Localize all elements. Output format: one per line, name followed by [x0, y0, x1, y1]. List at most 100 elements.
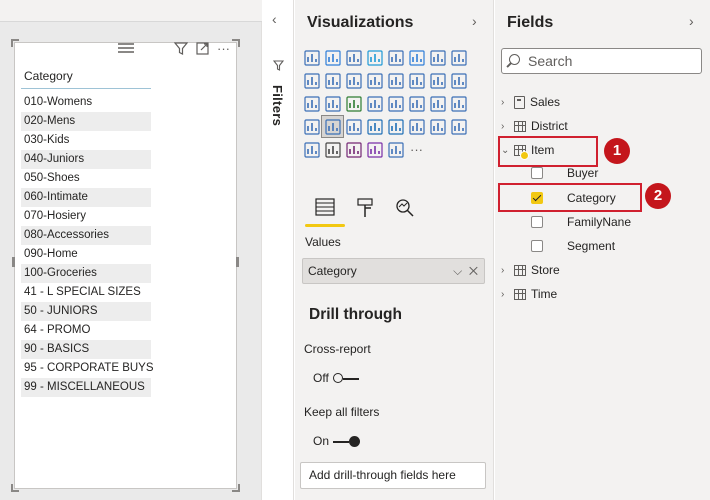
shape-map-icon[interactable]: [385, 93, 406, 114]
map-icon[interactable]: [343, 93, 364, 114]
keep-all-filters-toggle[interactable]: On: [313, 434, 361, 448]
resize-handle-bottom-left[interactable]: [11, 484, 19, 492]
table-row[interactable]: 95 - CORPORATE BUYS: [21, 359, 154, 378]
ribbon-chart-icon[interactable]: [364, 70, 385, 91]
100-stacked-column-chart-icon[interactable]: [406, 47, 427, 68]
table-district[interactable]: › District: [501, 117, 568, 135]
table-row[interactable]: 060-Intimate: [21, 188, 151, 207]
fields-expand-chevron-icon[interactable]: ›: [689, 13, 694, 29]
kpi-icon[interactable]: [448, 93, 469, 114]
field-familynane[interactable]: FamilyNane: [531, 213, 631, 231]
format-paint-roller-icon[interactable]: [357, 198, 373, 223]
filter-icon[interactable]: [173, 42, 189, 58]
table-row[interactable]: 040-Juniors: [21, 150, 151, 169]
pie-chart-icon[interactable]: [448, 70, 469, 91]
chevron-right-icon[interactable]: ›: [501, 265, 509, 276]
cross-report-toggle[interactable]: Off: [313, 371, 359, 385]
toggle-off-icon[interactable]: [332, 373, 359, 383]
resize-handle-top-left[interactable]: [11, 39, 19, 47]
line-chart-icon[interactable]: [427, 47, 448, 68]
table-visual[interactable]: ··· Category 010-Womens 020-Mens 030-Kids 0…: [11, 39, 240, 492]
filled-map-icon[interactable]: [364, 93, 385, 114]
table-row[interactable]: 050-Shoes: [21, 169, 151, 188]
slicer-icon[interactable]: [301, 116, 322, 137]
drill-through-field-well[interactable]: Add drill-through fields here: [300, 462, 486, 489]
field-segment[interactable]: Segment: [531, 237, 615, 255]
area-chart-icon[interactable]: [448, 47, 469, 68]
resize-handle-top-right[interactable]: [232, 39, 240, 47]
table-row[interactable]: 030-Kids: [21, 131, 151, 150]
fields-tab-icon[interactable]: [315, 198, 335, 221]
get-more-visuals-icon[interactable]: [385, 139, 406, 160]
table-row[interactable]: 99 - MISCELLANEOUS: [21, 378, 151, 397]
table-visual-icon[interactable]: [321, 115, 344, 138]
card-icon-glyph: [408, 95, 425, 112]
checkbox[interactable]: [531, 167, 543, 179]
smart-narrative-icon[interactable]: [301, 139, 322, 160]
table-sales[interactable]: › Sales: [501, 93, 560, 111]
collapse-pane-chevron-icon[interactable]: ‹: [272, 11, 277, 27]
visual-header-icons: ···: [173, 42, 230, 58]
waterfall-chart-icon[interactable]: [385, 70, 406, 91]
expand-chevron-icon[interactable]: ›: [472, 13, 477, 29]
values-well-field[interactable]: Category ⌵ ✕: [302, 258, 485, 284]
table-row[interactable]: 64 - PROMO: [21, 321, 151, 340]
stacked-bar-chart-icon[interactable]: [301, 47, 322, 68]
stacked-column-chart-icon[interactable]: [322, 47, 343, 68]
power-automate-icon[interactable]: [364, 139, 385, 160]
remove-field-icon[interactable]: ✕: [469, 264, 478, 278]
decomposition-tree-icon[interactable]: [427, 116, 448, 137]
focus-mode-icon[interactable]: [196, 42, 209, 58]
table-column-header[interactable]: Category: [21, 67, 151, 89]
funnel-chart-icon[interactable]: [406, 70, 427, 91]
key-influencers-icon[interactable]: [406, 116, 427, 137]
table-row[interactable]: 090-Home: [21, 245, 151, 264]
donut-chart-icon[interactable]: [301, 93, 322, 114]
matrix-icon[interactable]: [343, 116, 364, 137]
table-time-label: Time: [531, 287, 558, 301]
clustered-bar-chart-icon[interactable]: [343, 47, 364, 68]
stacked-area-chart-icon[interactable]: [301, 70, 322, 91]
table-row[interactable]: 080-Accessories: [21, 226, 151, 245]
resize-handle-left[interactable]: [12, 257, 15, 267]
checkbox[interactable]: [531, 240, 543, 252]
table-row[interactable]: 070-Hosiery: [21, 207, 151, 226]
line-clustered-column-chart-icon[interactable]: [343, 70, 364, 91]
r-script-visual-icon[interactable]: [364, 116, 385, 137]
fields-search-input[interactable]: Search: [501, 48, 702, 74]
checkbox[interactable]: [531, 216, 543, 228]
line-stacked-column-chart-icon[interactable]: [322, 70, 343, 91]
python-visual-icon[interactable]: [385, 116, 406, 137]
qa-visual-icon[interactable]: [448, 116, 469, 137]
analytics-magnifier-icon[interactable]: [395, 198, 415, 223]
multi-row-card-icon[interactable]: [427, 93, 448, 114]
more-options-icon[interactable]: ···: [217, 42, 230, 58]
power-apps-icon[interactable]: [343, 139, 364, 160]
table-row[interactable]: 010-Womens: [21, 93, 151, 112]
decomposition-tree-icon-glyph: [429, 118, 446, 135]
chevron-down-icon[interactable]: ⌵: [453, 264, 462, 278]
toggle-on-icon[interactable]: [333, 436, 361, 447]
chevron-right-icon[interactable]: ›: [501, 121, 509, 132]
chevron-right-icon[interactable]: ›: [501, 97, 509, 108]
resize-handle-bottom-right[interactable]: [232, 484, 240, 492]
card-icon[interactable]: [406, 93, 427, 114]
table-time[interactable]: › Time: [501, 285, 557, 303]
table-row[interactable]: 50 - JUNIORS: [21, 302, 151, 321]
filters-label[interactable]: Filters: [270, 85, 285, 126]
table-row[interactable]: 100-Groceries: [21, 264, 151, 283]
table-row[interactable]: 020-Mens: [21, 112, 151, 131]
clustered-column-chart-icon[interactable]: [364, 47, 385, 68]
table-row[interactable]: 90 - BASICS: [21, 340, 151, 359]
chevron-right-icon[interactable]: ›: [501, 289, 509, 300]
drag-grip-icon[interactable]: [118, 43, 134, 53]
filters-pane-collapsed[interactable]: ‹ Filters: [263, 0, 294, 500]
scatter-chart-icon[interactable]: [427, 70, 448, 91]
more-visuals-icon[interactable]: ···: [406, 139, 427, 160]
100-stacked-bar-chart-icon[interactable]: [385, 47, 406, 68]
table-row[interactable]: 41 - L SPECIAL SIZES: [21, 283, 151, 302]
paginated-report-icon[interactable]: [322, 139, 343, 160]
table-store[interactable]: › Store: [501, 261, 560, 279]
resize-handle-right[interactable]: [236, 257, 239, 267]
treemap-icon[interactable]: [322, 93, 343, 114]
